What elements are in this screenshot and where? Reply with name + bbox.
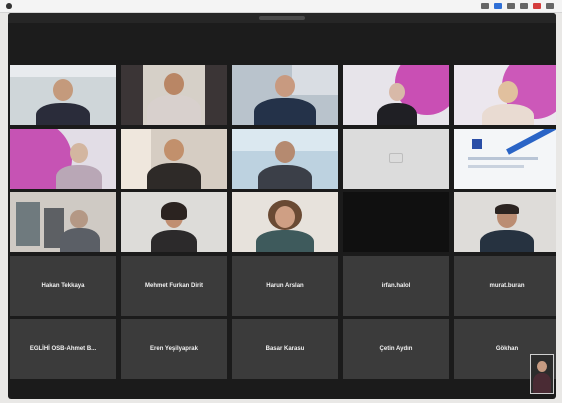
hair [495,204,519,214]
person-body [377,103,417,125]
video-tile[interactable] [10,129,116,189]
person-head [537,361,547,372]
video-tile[interactable] [10,65,116,125]
person-head [53,79,73,101]
video-tile[interactable] [343,65,449,125]
window-title-strip[interactable] [8,13,556,23]
video-tile-camera-off[interactable] [343,192,449,252]
video-tile[interactable] [454,65,556,125]
apple-icon[interactable] [6,3,12,9]
participant-tile[interactable]: irfan.halol [343,256,449,316]
person-body [56,165,102,189]
zoom-meeting-window: Hakan Tekkaya Mehmet Furkan Dirit Harun … [8,13,556,399]
person-head [70,143,88,163]
person-body [258,165,312,189]
participant-tile[interactable]: Çetin Aydın [343,319,449,379]
participant-name: Çetin Aydın [379,346,413,352]
person-body [533,373,551,393]
video-tile[interactable] [121,192,227,252]
wifi-icon[interactable] [481,3,489,9]
person-head [275,75,295,97]
background-object [16,202,40,246]
hair [161,202,187,220]
document-line [468,165,524,168]
person-body [480,230,534,252]
window-title-pill [259,16,305,20]
person-body [147,95,201,125]
participant-name: Basar Karasu [265,346,305,352]
participant-tile[interactable]: Hakan Tekkaya [10,256,116,316]
video-tile[interactable] [454,192,556,252]
document-line [468,157,538,160]
person-body [254,98,316,125]
person-head [275,206,295,228]
gallery-top-band [8,23,556,60]
participant-tile[interactable]: Harun Arslan [232,256,338,316]
person-body [147,163,201,189]
video-tile[interactable] [232,65,338,125]
zoom-tray-icon[interactable] [494,3,502,9]
person-head [275,141,295,163]
person-body [60,228,100,252]
clock-icon [546,3,554,9]
person-head [164,139,184,161]
video-tile[interactable] [10,192,116,252]
video-tile[interactable] [232,192,338,252]
person-body [151,230,197,252]
video-tile[interactable] [121,65,227,125]
battery-icon[interactable] [520,3,528,9]
participant-name: irfan.halol [381,283,411,289]
window [292,65,338,95]
video-tile[interactable] [232,129,338,189]
video-tile[interactable] [121,129,227,189]
menu-bar [0,0,562,13]
participant-name: Eren Yeşilyaprak [150,346,198,352]
participant-name: murat.buran [489,283,525,289]
participant-tile[interactable]: Basar Karasu [232,319,338,379]
participant-tile[interactable]: Eren Yeşilyaprak [121,319,227,379]
participant-tile[interactable]: Mehmet Furkan Dirit [121,256,227,316]
person-head [389,83,405,101]
video-tile[interactable] [454,129,556,189]
record-icon[interactable] [533,3,541,9]
volume-icon[interactable] [507,3,515,9]
participant-name: Mehmet Furkan Dirit [144,283,203,289]
person-body [36,103,90,125]
document-logo [472,139,482,149]
participant-name: Hakan Tekkaya [41,283,85,289]
status-tray [481,3,562,9]
document-stripe [506,129,556,155]
video-tile[interactable] [343,129,449,189]
person-head [70,210,88,228]
participant-name: EGLİHİ OSB-Ahmet B... [29,346,97,352]
wall [10,65,116,77]
person-head [164,73,184,95]
blank-icon [389,153,403,163]
participant-name: Harun Arslan [266,283,304,289]
self-view-thumbnail[interactable] [530,354,554,394]
participant-name: Gökhan [495,346,519,352]
participant-tile[interactable]: EGLİHİ OSB-Ahmet B... [10,319,116,379]
person-head [498,81,518,103]
participant-tile[interactable]: murat.buran [454,256,556,316]
person-body [256,230,314,252]
person-body [482,104,534,125]
